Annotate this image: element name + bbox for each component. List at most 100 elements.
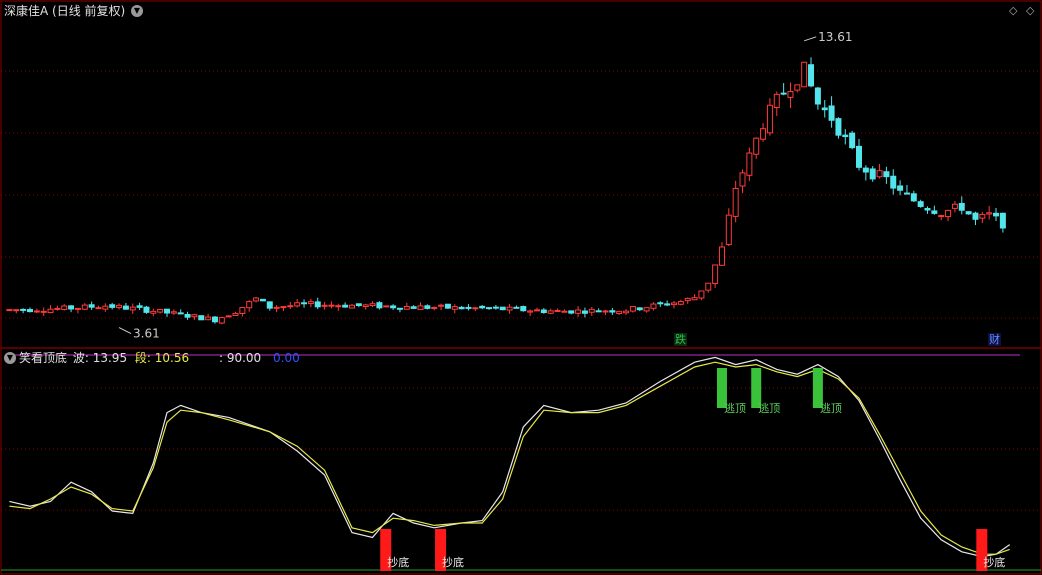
diamond-icon[interactable]: ◇ — [1009, 4, 1017, 17]
candle-body — [74, 307, 81, 310]
candle-body — [20, 308, 27, 311]
candle-body — [355, 303, 362, 306]
candle-body — [808, 64, 815, 87]
candle-body — [417, 305, 424, 311]
candle-body — [177, 312, 184, 315]
candle-body — [47, 308, 54, 314]
candle-body — [266, 301, 273, 309]
price-annotation: 3.61 — [133, 327, 160, 341]
candle-body — [143, 306, 150, 313]
candle-body — [307, 301, 314, 305]
candle-body — [451, 306, 458, 310]
candle-body — [403, 305, 410, 310]
candle-body — [294, 302, 301, 307]
event-tag-drop[interactable]: 跌 — [674, 333, 687, 346]
candle-body — [787, 91, 794, 98]
candle-body — [520, 306, 527, 312]
candle-body — [259, 298, 266, 302]
candle-body — [821, 107, 828, 111]
candle-body — [225, 315, 232, 318]
chevron-down-icon[interactable]: ▼ — [4, 352, 16, 364]
candle-body — [499, 306, 506, 311]
candle-body — [390, 305, 397, 309]
candle-body — [129, 306, 136, 311]
candle-body — [671, 302, 678, 306]
candle-body — [444, 303, 451, 309]
candle-body — [533, 309, 540, 312]
candle-body — [993, 212, 1000, 217]
candle-body — [424, 305, 431, 309]
chevron-down-icon[interactable]: ▼ — [131, 5, 143, 17]
candle-body — [780, 92, 787, 95]
candle-body — [999, 212, 1006, 229]
candle-body — [951, 203, 958, 209]
candle-body — [609, 310, 616, 313]
candle-body — [328, 304, 335, 307]
candle-body — [650, 303, 657, 309]
oscillator-series[interactable]: 逃顶 逃顶 逃顶抄底 抄底 抄底 — [1, 354, 1041, 571]
candle-body — [712, 264, 719, 284]
candle-body — [910, 193, 917, 202]
event-tag-finance[interactable]: 财 — [988, 333, 1001, 346]
candle-body — [773, 93, 780, 109]
bottom-signal-label: 抄底 — [442, 555, 464, 569]
candle-body — [835, 118, 842, 136]
candle-body — [287, 305, 294, 308]
candle-body — [629, 306, 636, 312]
candle-body — [691, 297, 698, 301]
candle-body — [492, 306, 499, 309]
top-signal-label: 逃顶 — [820, 402, 842, 415]
candle-body — [527, 310, 534, 313]
candle-body — [849, 132, 856, 149]
candle-body — [924, 208, 931, 211]
candle-body — [383, 305, 390, 308]
candle-body — [506, 306, 513, 311]
duan-value: 10.56 — [154, 351, 190, 365]
candle-body — [68, 305, 75, 310]
candle-body — [862, 167, 869, 173]
candle-body — [958, 202, 965, 211]
stock-chart[interactable]: 逃顶 逃顶 逃顶抄底 抄底 抄底 13.613.61 — [0, 0, 1042, 575]
period-label: (日线 前复权) — [52, 4, 126, 18]
candle-body — [396, 307, 403, 310]
candle-body — [739, 172, 746, 187]
candle-body — [205, 316, 212, 321]
candlestick-series[interactable] — [6, 57, 1006, 325]
candle-body — [232, 312, 239, 317]
candle-body — [81, 304, 88, 310]
candle-body — [623, 310, 630, 314]
candle-body — [280, 306, 287, 309]
top-signal-label: 逃顶 — [758, 402, 780, 415]
candle-body — [301, 302, 308, 305]
candle-body — [513, 306, 520, 309]
candle-body — [554, 309, 561, 312]
candle-body — [321, 304, 328, 307]
indicator-header: 笑看顶底 波: 13.95 段: 10.56 : 90.00 0.00 — [19, 350, 300, 366]
candle-body — [965, 211, 972, 215]
candle-body — [842, 134, 849, 138]
candle-body — [116, 304, 123, 309]
candle-body — [725, 214, 732, 245]
candle-body — [150, 310, 157, 314]
candle-body — [575, 309, 582, 314]
candle-body — [602, 310, 609, 313]
candle-body — [568, 310, 575, 314]
candle-body — [972, 212, 979, 220]
candle-body — [986, 212, 993, 215]
candle-body — [191, 314, 198, 318]
candle-body — [479, 305, 486, 309]
duan-label: 段: — [134, 351, 151, 365]
diamond-outline-icon[interactable]: ◇ — [1026, 4, 1034, 17]
candle-body — [458, 306, 465, 310]
candle-body — [718, 246, 725, 266]
candle-body — [766, 104, 773, 134]
zero-value: 0.00 — [273, 351, 300, 365]
indicator-name: 笑看顶底 — [19, 351, 68, 365]
candle-body — [246, 301, 253, 309]
candle-body — [698, 290, 705, 299]
top-signal-label: 逃顶 — [724, 402, 746, 415]
candle-body — [314, 301, 321, 308]
candle-body — [472, 307, 479, 310]
candle-body — [753, 137, 760, 155]
candle-body — [376, 302, 383, 309]
